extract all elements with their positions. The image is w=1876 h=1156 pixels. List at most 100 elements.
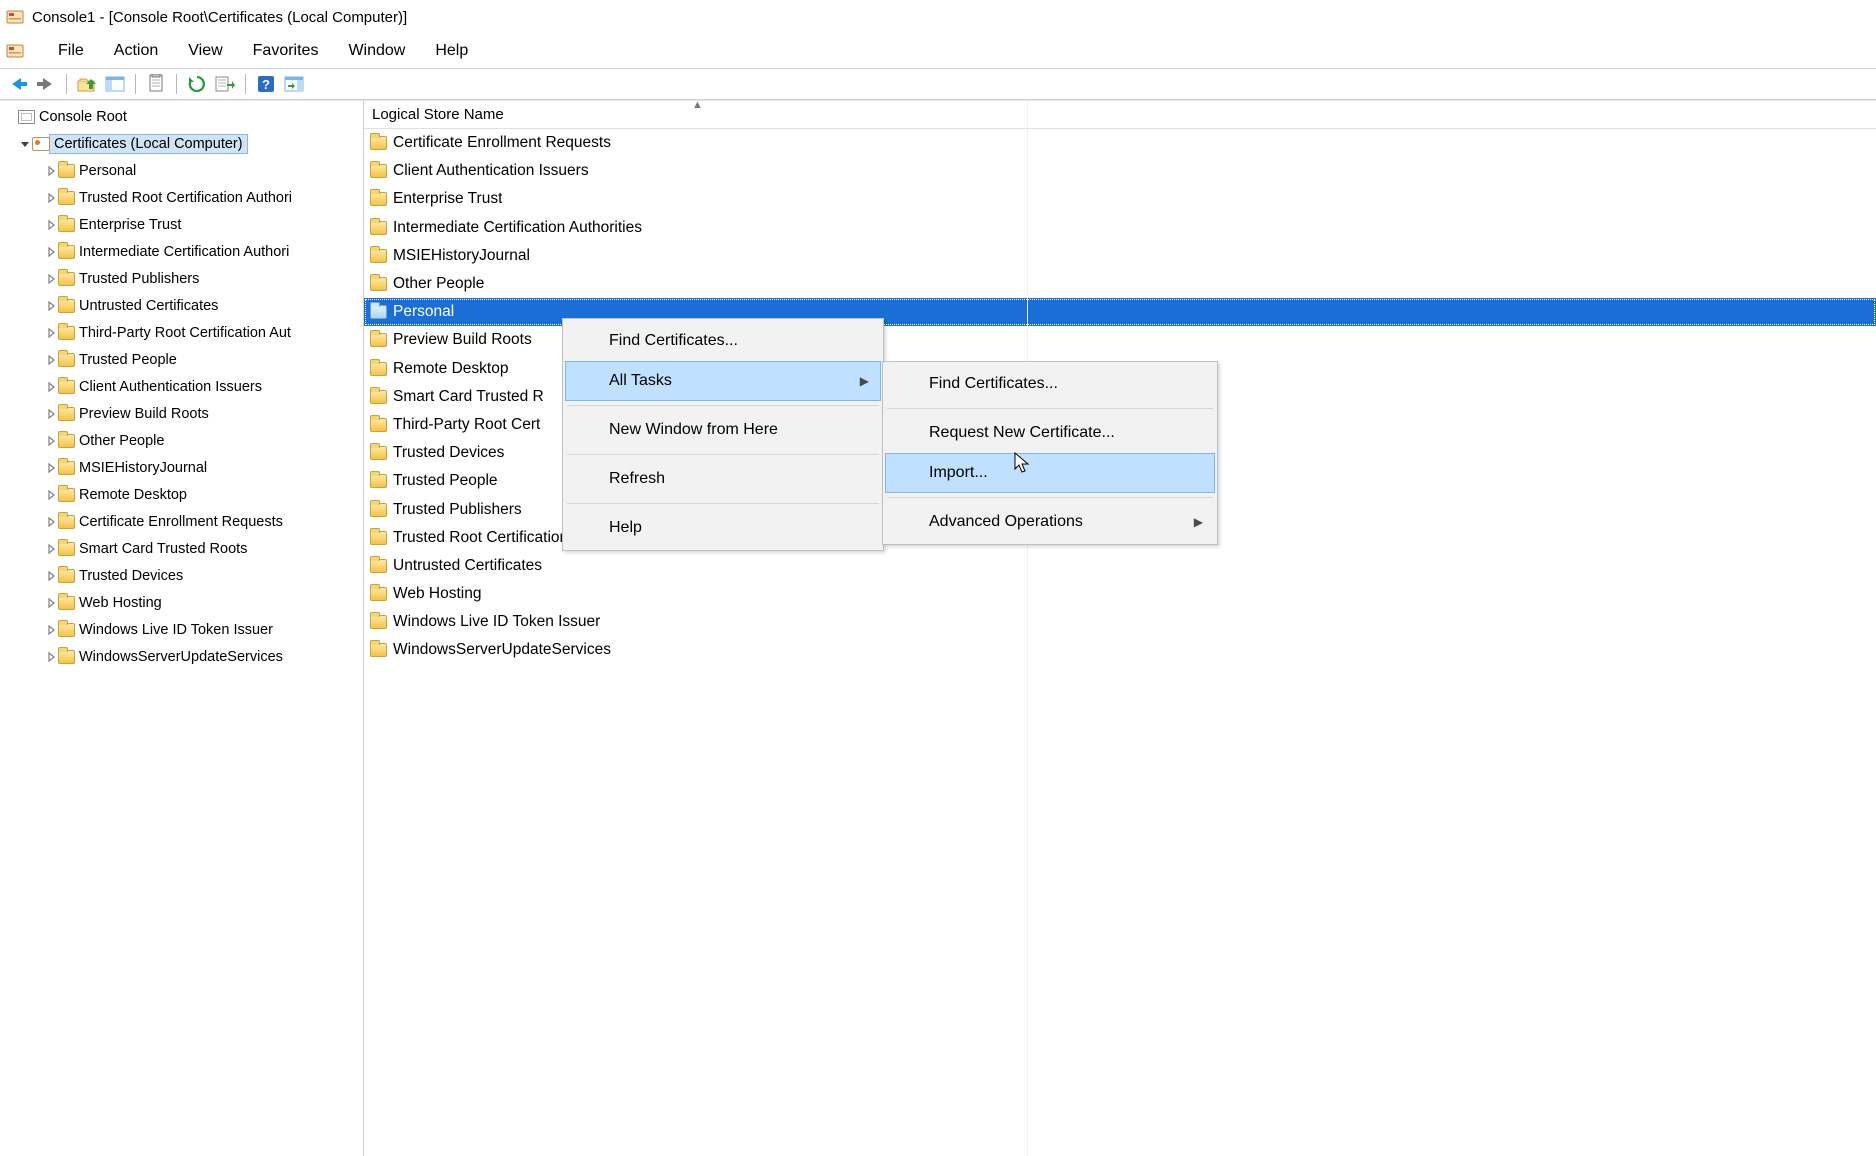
tree-node[interactable]: Smart Card Trusted Roots	[0, 535, 363, 562]
toolbar-sep	[245, 74, 246, 94]
chevron-right-icon[interactable]	[44, 409, 58, 419]
list-row-label: Trusted People	[393, 472, 498, 490]
folder-icon	[370, 164, 387, 178]
list-row-label: Web Hosting	[393, 585, 481, 603]
menu-item[interactable]: Find Certificates...	[885, 364, 1215, 404]
tree-node[interactable]: Other People	[0, 427, 363, 454]
tree-node[interactable]: MSIEHistoryJournal	[0, 454, 363, 481]
menu-separator	[567, 405, 879, 406]
list-row-label: WindowsServerUpdateServices	[393, 641, 611, 659]
menu-separator	[567, 503, 879, 504]
menu-item[interactable]: Help	[565, 508, 881, 548]
title-bar: Console1 - [Console Root\Certificates (L…	[0, 0, 1876, 34]
tree-node[interactable]: Client Authentication Issuers	[0, 373, 363, 400]
list-row[interactable]: Web Hosting	[364, 580, 1876, 608]
up-folder-button[interactable]	[75, 72, 99, 96]
menu-item[interactable]: Request New Certificate...	[885, 413, 1215, 453]
list-row[interactable]: WindowsServerUpdateServices	[364, 636, 1876, 664]
menu-help[interactable]: Help	[431, 40, 472, 62]
chevron-right-icon[interactable]	[44, 220, 58, 230]
list-row[interactable]: Intermediate Certification Authorities	[364, 214, 1876, 242]
app-icon	[6, 8, 24, 26]
tree-node-console-root[interactable]: Console Root	[0, 103, 363, 130]
tree-node[interactable]: Personal	[0, 157, 363, 184]
chevron-right-icon[interactable]	[44, 247, 58, 257]
show-action-pane-button[interactable]	[282, 72, 306, 96]
chevron-right-icon[interactable]	[44, 355, 58, 365]
chevron-right-icon[interactable]	[44, 490, 58, 500]
chevron-right-icon[interactable]	[44, 544, 58, 554]
chevron-right-icon[interactable]	[44, 166, 58, 176]
tree-node[interactable]: Trusted Root Certification Authori	[0, 184, 363, 211]
chevron-right-icon[interactable]	[44, 301, 58, 311]
tree-node-label: Trusted Publishers	[75, 270, 203, 288]
list-row-label: Third-Party Root Cert	[393, 416, 540, 434]
tree-node[interactable]: Third-Party Root Certification Aut	[0, 319, 363, 346]
tree-node-label: Trusted Devices	[75, 567, 187, 585]
export-list-button[interactable]	[213, 72, 237, 96]
menu-item[interactable]: Import...	[885, 453, 1215, 493]
properties-button[interactable]	[144, 72, 168, 96]
chevron-right-icon[interactable]	[44, 274, 58, 284]
tree-node-label: Enterprise Trust	[75, 216, 185, 234]
tree-node[interactable]: Windows Live ID Token Issuer	[0, 616, 363, 643]
list-row[interactable]: MSIEHistoryJournal	[364, 242, 1876, 270]
list-row[interactable]: Certificate Enrollment Requests	[364, 129, 1876, 157]
chevron-right-icon[interactable]	[44, 382, 58, 392]
menu-view[interactable]: View	[184, 40, 226, 62]
folder-icon	[58, 650, 75, 664]
tree-node[interactable]: Web Hosting	[0, 589, 363, 616]
chevron-down-icon[interactable]	[18, 139, 32, 149]
menu-action[interactable]: Action	[110, 40, 162, 62]
tree-pane[interactable]: Console Root Certificates (Local Compute…	[0, 101, 364, 1156]
folder-icon	[58, 461, 75, 475]
app-icon-small	[6, 42, 24, 60]
list-row[interactable]: Other People	[364, 270, 1876, 298]
chevron-right-icon[interactable]	[44, 517, 58, 527]
chevron-right-icon[interactable]	[44, 571, 58, 581]
chevron-right-icon[interactable]	[44, 463, 58, 473]
tree-node-certificates[interactable]: Certificates (Local Computer)	[0, 130, 363, 157]
refresh-button[interactable]	[185, 72, 209, 96]
folder-icon	[58, 299, 75, 313]
folder-icon	[58, 623, 75, 637]
menu-item[interactable]: All Tasks▶	[565, 361, 881, 401]
list-row-label: Enterprise Trust	[393, 190, 502, 208]
tree-node[interactable]: Remote Desktop	[0, 481, 363, 508]
menu-item[interactable]: New Window from Here	[565, 410, 881, 450]
chevron-right-icon[interactable]	[44, 652, 58, 662]
list-row[interactable]: Windows Live ID Token Issuer	[364, 608, 1876, 636]
show-hide-tree-button[interactable]	[103, 72, 127, 96]
back-button[interactable]	[6, 72, 30, 96]
tree-node[interactable]: WindowsServerUpdateServices	[0, 643, 363, 670]
list-row[interactable]: Untrusted Certificates	[364, 552, 1876, 580]
help-button[interactable]: ?	[254, 72, 278, 96]
forward-button[interactable]	[34, 72, 58, 96]
chevron-right-icon[interactable]	[44, 328, 58, 338]
tree-node[interactable]: Trusted People	[0, 346, 363, 373]
tree-node[interactable]: Intermediate Certification Authori	[0, 238, 363, 265]
menu-item[interactable]: Advanced Operations▶	[885, 502, 1215, 542]
list-header[interactable]: Logical Store Name ▲	[364, 101, 1876, 129]
tree-node[interactable]: Certificate Enrollment Requests	[0, 508, 363, 535]
menu-item[interactable]: Refresh	[565, 459, 881, 499]
chevron-right-icon[interactable]	[44, 598, 58, 608]
tree-node[interactable]: Trusted Publishers	[0, 265, 363, 292]
menu-favorites[interactable]: Favorites	[249, 40, 323, 62]
tree-node[interactable]: Preview Build Roots	[0, 400, 363, 427]
tree-node-label: Trusted Root Certification Authori	[75, 189, 296, 207]
tree-node[interactable]: Untrusted Certificates	[0, 292, 363, 319]
chevron-right-icon[interactable]	[44, 193, 58, 203]
menu-item[interactable]: Find Certificates...	[565, 321, 881, 361]
list-pane[interactable]: Logical Store Name ▲ Certificate Enrollm…	[364, 101, 1876, 1156]
context-menu: Find Certificates...All Tasks▶ New Window…	[562, 318, 884, 551]
menu-file[interactable]: File	[54, 40, 88, 62]
menu-window[interactable]: Window	[344, 40, 409, 62]
tree-node[interactable]: Enterprise Trust	[0, 211, 363, 238]
tree-node-label: Third-Party Root Certification Aut	[75, 324, 295, 342]
chevron-right-icon[interactable]	[44, 625, 58, 635]
chevron-right-icon[interactable]	[44, 436, 58, 446]
list-row[interactable]: Enterprise Trust	[364, 185, 1876, 213]
tree-node[interactable]: Trusted Devices	[0, 562, 363, 589]
list-row[interactable]: Client Authentication Issuers	[364, 157, 1876, 185]
